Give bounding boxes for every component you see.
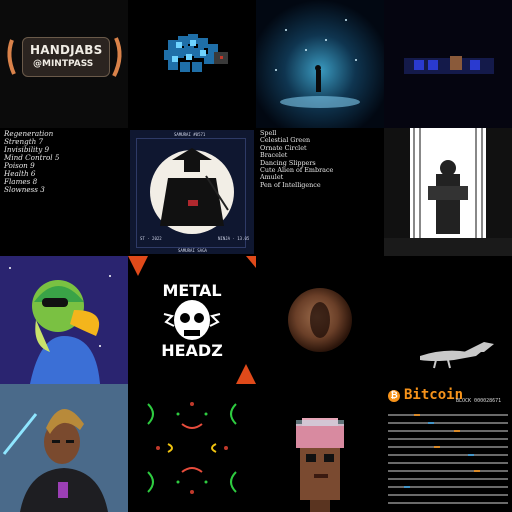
- tile-item-list[interactable]: Spell Celestial Green Ornate Circlet Bra…: [256, 128, 384, 256]
- tile-cyber-warrior[interactable]: [0, 384, 128, 512]
- tile-parrot-pilot[interactable]: [0, 256, 128, 384]
- tile-cosmic-figure[interactable]: [256, 0, 384, 128]
- tile-handjabs-mintpass[interactable]: HANDJABS @MINTPASS: [0, 0, 128, 128]
- tile-pixel-dark-scene[interactable]: [384, 0, 512, 128]
- tile-pixel-brain-punk[interactable]: [256, 384, 384, 512]
- headz-text: HEADZ: [161, 341, 223, 360]
- tile-metal-headz[interactable]: METAL HEADZ: [128, 256, 256, 384]
- pixel-dark-scene-image: [384, 0, 512, 128]
- stat-item: Slowness 3: [4, 185, 45, 194]
- comic-street-image: [384, 128, 512, 256]
- tile-samurai-card[interactable]: SAMURAI #0571 ST · 2022 NINJA · 13.05 SA…: [128, 128, 256, 256]
- tile-comic-street[interactable]: [384, 128, 512, 256]
- planet-image: [256, 256, 384, 384]
- metal-text: METAL: [162, 281, 221, 300]
- metal-headz-logo: METAL HEADZ: [128, 256, 256, 384]
- tile-kaleidoscope[interactable]: [128, 384, 256, 512]
- tile-attribute-stats[interactable]: Regeneration Strength 7 Invisibility 9 M…: [0, 128, 128, 256]
- tile-planet[interactable]: [256, 256, 384, 384]
- item-entry: Pen of Intelligence: [260, 180, 321, 189]
- samurai-illustration: [150, 148, 234, 234]
- nft-gallery-grid: HANDJABS @MINTPASS Regeneration Strength…: [0, 0, 512, 512]
- bitcoin-hash-grid: [388, 414, 508, 504]
- cosmic-figure-image: [256, 0, 384, 128]
- mintpass-subtitle: @MINTPASS: [33, 59, 94, 69]
- tile-bitcoin-block[interactable]: ₿ Bitcoin BLOCK 000028671: [384, 384, 512, 512]
- mintpass-title: HANDJABS: [30, 43, 103, 57]
- stat-list: Regeneration Strength 7 Invisibility 9 M…: [4, 130, 59, 194]
- tile-pixel-fish[interactable]: [128, 0, 256, 128]
- pixel-brain-punk-image: [256, 384, 384, 512]
- item-list: Spell Celestial Green Ornate Circlet Bra…: [260, 129, 333, 189]
- tile-dinosaur[interactable]: [384, 256, 512, 384]
- kaleidoscope-image: [128, 384, 256, 512]
- parrot-pilot-image: [0, 256, 128, 384]
- dinosaur-image: [384, 256, 512, 384]
- pixel-fish-image: [128, 0, 256, 128]
- cyber-warrior-image: [0, 384, 128, 512]
